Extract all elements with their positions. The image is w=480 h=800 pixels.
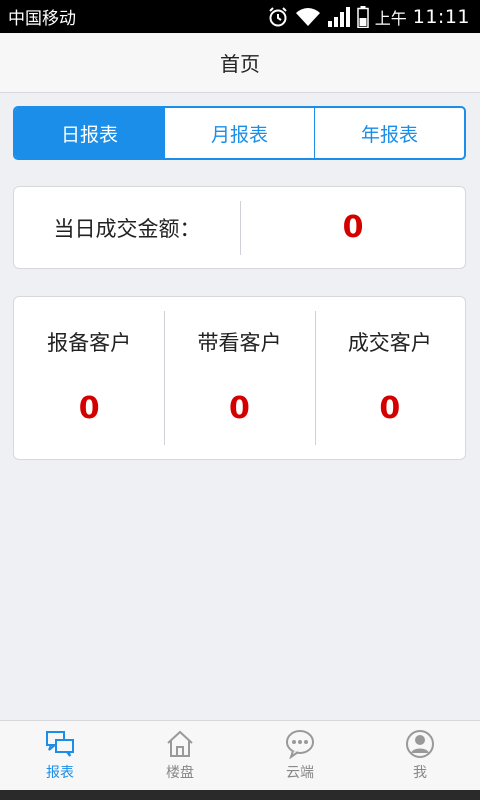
daily-amount-label: 当日成交金额： [53,216,201,241]
deal-clients-value: 0 [379,391,401,426]
status-bar: 中国移动 上午 11:11 [0,0,480,33]
nav-item-me[interactable]: 我 [360,721,480,790]
chat-icon [286,730,314,759]
clients-card: 报备客户 0 带看客户 0 成交客户 0 [13,296,466,460]
signal-icon [327,6,350,27]
nav-item-cloud[interactable]: 云端 [240,721,360,790]
nav-label-cloud: 云端 [286,765,314,781]
wifi-icon [295,7,320,26]
deal-clients-label: 成交客户 [347,331,432,355]
bottom-nav: 报表 楼盘 云端 我 [0,720,480,790]
tab-daily-report[interactable]: 日报表 [15,108,164,158]
viewing-clients-label: 带看客户 [197,331,282,355]
alarm-icon [269,6,287,26]
registered-clients-value: 0 [78,391,100,426]
daily-amount-card: 当日成交金额： 0 [13,186,466,269]
user-icon [406,730,434,758]
registered-clients[interactable]: 报备客户 0 [14,297,164,459]
app-header: 首页 [0,33,480,93]
nav-item-properties[interactable]: 楼盘 [120,721,240,790]
nav-label-me: 我 [413,765,427,781]
carrier-name: 中国移动 [8,9,76,29]
system-nav-strip [0,790,480,800]
tab-yearly-report[interactable]: 年报表 [314,108,464,158]
tab-monthly-report[interactable]: 月报表 [164,108,314,158]
status-icons: 上午 11:11 [267,5,470,29]
clock-time: 11:11 [412,5,470,28]
page-title: 首页 [220,52,260,76]
registered-clients-label: 报备客户 [47,331,132,355]
deal-clients[interactable]: 成交客户 0 [314,297,465,459]
battery-icon [356,5,369,28]
nav-label-properties: 楼盘 [166,765,194,781]
report-period-tabs: 日报表 月报表 年报表 [13,106,466,160]
ampm-label: 上午 [374,8,407,28]
daily-amount-value: 0 [342,210,364,245]
home-icon [167,730,193,757]
report-icon [46,731,74,757]
nav-item-report[interactable]: 报表 [0,721,120,790]
viewing-clients-value: 0 [229,391,250,426]
nav-label-report: 报表 [46,765,74,781]
viewing-clients[interactable]: 带看客户 0 [164,297,314,459]
